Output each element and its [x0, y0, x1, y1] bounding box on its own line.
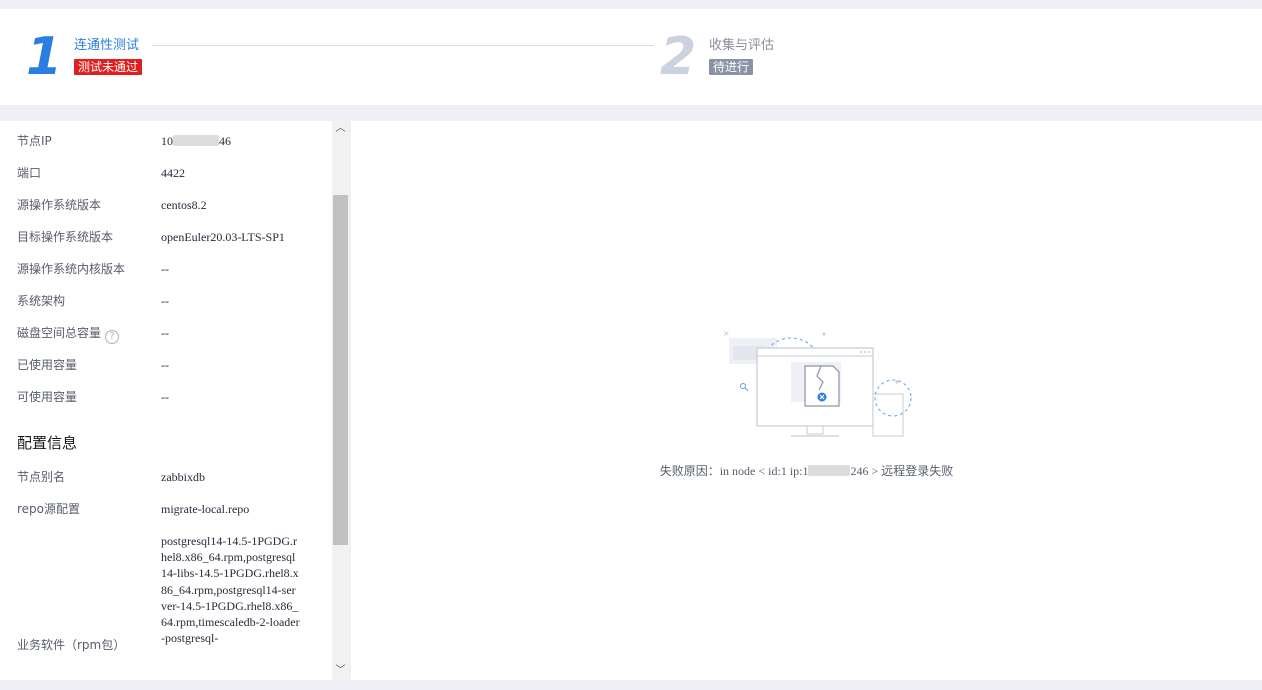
info-value: migrate-local.repo: [161, 502, 250, 516]
connection-failed-illustration: ×: [723, 329, 912, 437]
info-label: 可使用容量: [17, 390, 78, 404]
info-value: --: [161, 358, 169, 372]
info-label: 节点IP: [17, 134, 52, 148]
info-value: centos8.2: [161, 198, 207, 212]
illus-side-window: [872, 393, 904, 437]
info-value: zabbixdb: [161, 470, 205, 484]
step-1-title: 连通性测试: [74, 38, 140, 53]
info-value: --: [161, 262, 169, 276]
question-circle-icon[interactable]: ?: [105, 330, 120, 344]
info-value: --: [161, 294, 169, 308]
info-label: 目标操作系统版本: [17, 230, 114, 244]
info-label: 系统架构: [17, 294, 66, 308]
scroll-thumb[interactable]: [333, 195, 348, 545]
info-label: 源操作系统内核版本: [17, 262, 126, 276]
failure-reason: 失败原因：in node < id:1 ip:1 246 > 远程登录失败: [351, 462, 1262, 479]
step-connector: [152, 45, 654, 46]
chevron-up-icon[interactable]: ︿: [332, 122, 349, 136]
node-info-panel: 节点IP 10 46 端口 4422 源操作系统版本 centos8.2 目标操作…: [0, 121, 349, 680]
ip-prefix: 10: [161, 134, 173, 148]
info-value-ip: 10 46: [161, 133, 301, 149]
info-value: 4422: [161, 166, 185, 180]
step-2-title: 收集与评估: [709, 38, 775, 53]
step-2-number: 2: [660, 27, 697, 87]
info-label: 已使用容量: [17, 358, 78, 372]
step-2-status-badge: 待进行: [709, 59, 754, 75]
failure-reason-label: 失败原因：: [659, 464, 720, 478]
step-1-number: 1: [26, 27, 63, 87]
info-label: 磁盘空间总容量?: [17, 325, 120, 344]
masked-region: [173, 135, 219, 146]
info-label: 节点别名: [17, 470, 66, 484]
info-label: repo源配置: [17, 502, 81, 516]
info-value: postgresql14-14.5-1PGDG.rhel8.x86_64.rpm…: [161, 534, 300, 646]
failure-reason-prefix: in node < id:1 ip:1: [719, 464, 809, 478]
test-result-panel: × 失败原因：in node < id:1 ip:1 246 > 远程登录失败: [351, 121, 1262, 680]
info-row-rpm-packages: 业务软件（rpm包） postgresql14-14.5-1PGDG.rhel8…: [0, 533, 330, 680]
masked-region: [808, 465, 851, 476]
info-value: openEuler20.03-LTS-SP1: [161, 230, 285, 244]
step-1-status-badge: 测试未通过: [74, 59, 143, 75]
ip-suffix: 46: [219, 134, 231, 148]
info-label: 业务软件（rpm包）: [17, 638, 126, 652]
left-panel-scrollbar[interactable]: ︿ ﹀: [332, 121, 349, 680]
illus-dot: [860, 351, 862, 353]
info-label: 端口: [17, 166, 42, 180]
illus-magnifier: [740, 383, 746, 389]
info-value: --: [161, 390, 169, 404]
illus-dot: [868, 351, 870, 353]
illus-dot: [822, 332, 826, 336]
illus-x-mark: ×: [723, 329, 730, 338]
config-section-title: 配置信息: [17, 434, 78, 452]
failure-reason-tail: 远程登录失败: [881, 464, 954, 478]
info-label: 源操作系统版本: [17, 198, 102, 212]
stepper: 1 连通性测试 测试未通过 2 收集与评估 待进行: [0, 9, 1262, 105]
illus-monitor-stand: [806, 425, 824, 435]
illus-dot: [895, 380, 899, 384]
illus-magnifier-handle: [744, 387, 749, 392]
disk-total-label: 磁盘空间总容量: [17, 326, 102, 340]
failure-reason-suffix: 246 >: [850, 464, 882, 478]
info-value: --: [161, 326, 169, 340]
illus-dot: [864, 351, 866, 353]
chevron-down-icon[interactable]: ﹀: [332, 664, 349, 678]
